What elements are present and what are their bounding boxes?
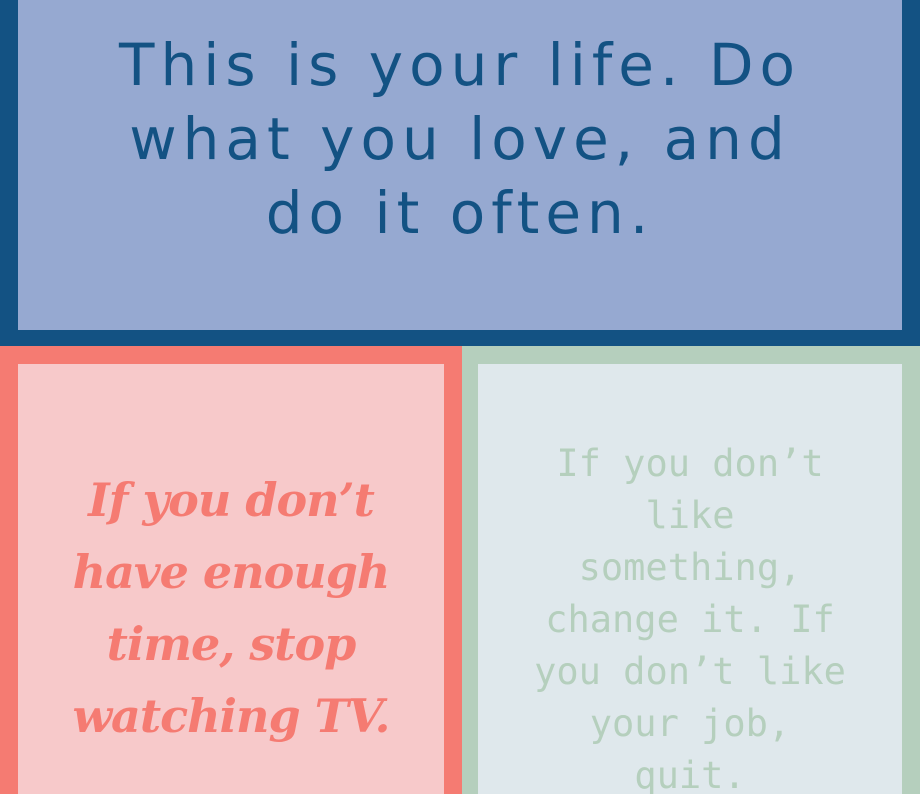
quote-line: have enough (72, 545, 391, 599)
quote-line: what you love, and (129, 105, 791, 173)
quote-line: do it often. (265, 179, 655, 247)
quote-line: you don’t like (534, 650, 846, 693)
quote-line: watching TV. (72, 689, 390, 743)
top-quote-text: This is your life. Do what you love, and d… (18, 28, 902, 250)
quote-line: your job, (589, 702, 791, 745)
bottom-right-quote-text: If you don’t like something, change it. If y… (508, 438, 872, 794)
bottom-left-quote-card: If you don’t have enough time, stop watchin… (0, 346, 462, 794)
quote-line: If you don’t (556, 442, 824, 485)
quote-line: This is your life. Do (119, 31, 801, 99)
quote-line: If you don’t (88, 473, 375, 527)
bottom-left-quote-text: If you don’t have enough time, stop watchin… (18, 464, 444, 752)
quote-line: change it. If (545, 598, 835, 641)
quote-line: something, (578, 546, 802, 589)
quote-line: quit. (634, 754, 746, 794)
bottom-right-quote-card: If you don’t like something, change it. If y… (462, 346, 920, 794)
top-quote-card: This is your life. Do what you love, and d… (0, 0, 920, 346)
quote-line: time, stop (106, 617, 357, 671)
quote-line: like (645, 494, 735, 537)
quote-collage: This is your life. Do what you love, and d… (0, 0, 920, 794)
